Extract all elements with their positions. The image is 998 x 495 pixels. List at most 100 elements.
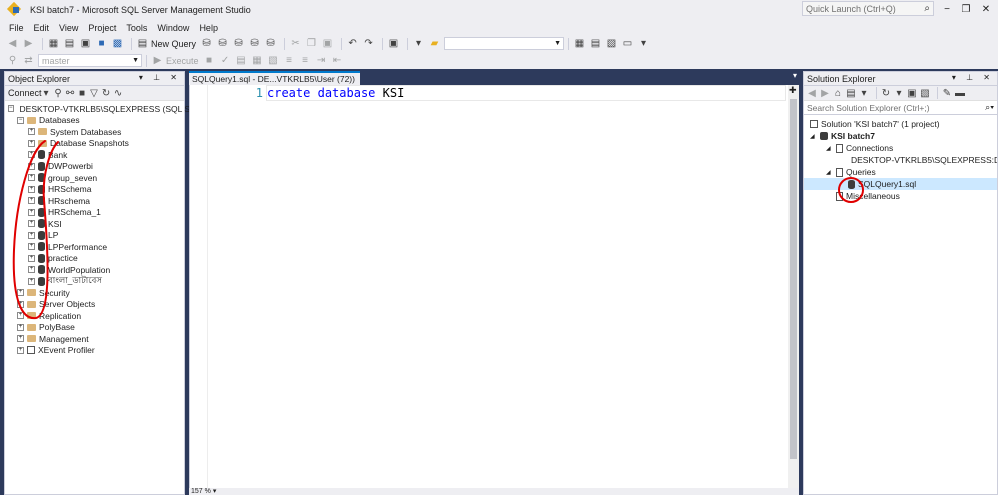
expand-icon[interactable]: +: [28, 128, 35, 136]
expand-icon[interactable]: +: [28, 162, 35, 170]
switch-views-icon[interactable]: ▤: [846, 87, 856, 100]
query-file-item[interactable]: SQLQuery1.sql: [804, 178, 997, 190]
menu-view[interactable]: View: [54, 23, 83, 33]
new-query-button[interactable]: ▤ New Query: [136, 37, 196, 50]
expand-icon[interactable]: +: [28, 151, 35, 159]
miscellaneous-node[interactable]: Miscellaneous: [804, 190, 997, 202]
database-node[interactable]: + KSI: [5, 218, 184, 230]
properties-icon[interactable]: ✎: [942, 87, 952, 100]
available-databases-dropdown[interactable]: master ▼: [38, 54, 142, 67]
filter-icon[interactable]: ▽: [90, 87, 99, 100]
query-options-icon[interactable]: ▦: [251, 54, 264, 67]
editor-vertical-scrollbar[interactable]: ✚: [788, 85, 799, 488]
xmla-query-icon[interactable]: ⛁: [264, 37, 277, 50]
solution-node[interactable]: Solution 'KSI batch7' (1 project): [804, 118, 997, 130]
save-all-icon[interactable]: ▩: [111, 37, 124, 50]
queries-node[interactable]: ◢ Queries: [804, 166, 997, 178]
display-plan-icon[interactable]: ▤: [235, 54, 248, 67]
database-engine-query-icon[interactable]: ⛁: [200, 37, 213, 50]
expand-icon[interactable]: +: [17, 289, 24, 297]
server-node[interactable]: − DESKTOP-VTKRLB5\SQLEXPRESS (SQL Server: [5, 103, 209, 115]
chevron-down-icon[interactable]: ▾: [42, 87, 51, 100]
expand-icon[interactable]: +: [28, 231, 35, 239]
connections-node[interactable]: ◢ Connections: [804, 142, 997, 154]
expand-icon[interactable]: +: [17, 346, 24, 354]
collapse-all-icon[interactable]: ▣: [907, 87, 917, 100]
collapse-icon[interactable]: −: [8, 105, 14, 113]
scrollbar-thumb[interactable]: [790, 99, 797, 459]
expand-icon[interactable]: +: [28, 139, 35, 147]
database-node[interactable]: + practice: [5, 253, 184, 265]
split-icon[interactable]: ✚: [789, 85, 797, 96]
expand-icon[interactable]: +: [28, 220, 35, 228]
database-node[interactable]: + HRSchema: [5, 184, 184, 196]
collapse-triangle-icon[interactable]: ◢: [826, 145, 834, 152]
outdent-icon[interactable]: ⇤: [331, 54, 344, 67]
toolbar-options-icon[interactable]: ▾: [637, 37, 650, 50]
preview-icon[interactable]: ▬: [955, 87, 965, 100]
solution-configuration-icon[interactable]: ▣: [387, 37, 400, 50]
toolbox-icon[interactable]: ▭: [621, 37, 634, 50]
tab-overflow-icon[interactable]: ▾: [793, 71, 797, 80]
zoom-level[interactable]: 157 %: [191, 488, 211, 495]
object-explorer-icon[interactable]: ▤: [589, 37, 602, 50]
undo-icon[interactable]: ↶: [346, 37, 359, 50]
expand-icon[interactable]: +: [28, 266, 35, 274]
management-node[interactable]: + Management: [5, 333, 184, 345]
solution-explorer-search-input[interactable]: Search Solution Explorer (Ctrl+;) ⌕▾: [804, 101, 997, 115]
database-snapshots-node[interactable]: + Database Snapshots: [5, 138, 184, 150]
change-connection-icon[interactable]: ⇄: [22, 54, 35, 67]
properties-icon[interactable]: ▦: [573, 37, 586, 50]
database-node[interactable]: + Bank: [5, 149, 184, 161]
template-explorer-icon[interactable]: ▧: [605, 37, 618, 50]
database-node[interactable]: + বাংলা_ডাটাবেস: [5, 275, 184, 288]
expand-icon[interactable]: +: [28, 208, 35, 216]
menu-file[interactable]: File: [4, 23, 29, 33]
connection-item[interactable]: DESKTOP-VTKRLB5\SQLEXPRESS:DESKT: [804, 154, 997, 166]
copy-icon[interactable]: ❐: [305, 37, 318, 50]
disconnect-icon[interactable]: ⚯: [66, 87, 75, 100]
database-node[interactable]: + group_seven: [5, 172, 184, 184]
pending-changes-icon[interactable]: ↻: [881, 87, 891, 100]
paste-icon[interactable]: ▣: [321, 37, 334, 50]
menu-edit[interactable]: Edit: [29, 23, 55, 33]
expand-icon[interactable]: +: [28, 254, 35, 262]
collapse-triangle-icon[interactable]: ◢: [826, 169, 834, 176]
server-objects-node[interactable]: + Server Objects: [5, 299, 184, 311]
project-node[interactable]: ◢ KSI batch7: [804, 130, 997, 142]
close-button[interactable]: ✕: [975, 0, 997, 18]
back-icon[interactable]: ◀: [6, 37, 19, 50]
refresh-icon[interactable]: ↻: [102, 87, 111, 100]
database-node[interactable]: + LP: [5, 230, 184, 242]
code-line[interactable]: create database KSI: [266, 85, 786, 101]
replication-node[interactable]: + Replication: [5, 310, 184, 322]
collapse-icon[interactable]: −: [17, 116, 24, 124]
databases-node[interactable]: − Databases: [5, 115, 184, 127]
expand-icon[interactable]: +: [28, 185, 35, 193]
indent-icon[interactable]: ⇥: [315, 54, 328, 67]
database-node[interactable]: + LPPerformance: [5, 241, 184, 253]
find-dropdown[interactable]: ▼: [444, 37, 565, 50]
tab-sqlquery1[interactable]: SQLQuery1.sql - DE...VTKRLB5\User (72)) …: [189, 71, 360, 85]
back-icon[interactable]: ◀: [807, 87, 817, 100]
expand-icon[interactable]: +: [28, 174, 35, 182]
menu-tools[interactable]: Tools: [121, 23, 152, 33]
panel-controls[interactable]: ▾ ⊥ ✕: [952, 73, 994, 82]
expand-icon[interactable]: +: [28, 197, 35, 205]
collapse-triangle-icon[interactable]: ◢: [810, 133, 818, 140]
restore-button[interactable]: ❐: [955, 0, 977, 18]
stop-icon[interactable]: ■: [78, 87, 87, 100]
connect-button[interactable]: Connect: [8, 88, 42, 98]
chevron-down-icon[interactable]: ▾: [859, 87, 869, 100]
expand-icon[interactable]: +: [17, 323, 24, 331]
menu-project[interactable]: Project: [83, 23, 121, 33]
save-icon[interactable]: ■: [95, 37, 108, 50]
panel-controls[interactable]: ▾ ⊥ ✕: [139, 73, 181, 82]
polybase-node[interactable]: + PolyBase: [5, 322, 184, 334]
connect-icon[interactable]: ⚲: [54, 87, 63, 100]
expand-icon[interactable]: +: [28, 277, 35, 285]
dropdown-arrow-icon[interactable]: ▾: [412, 37, 425, 50]
uncomment-icon[interactable]: ≡: [299, 54, 312, 67]
database-node[interactable]: + HRSchema_1: [5, 207, 184, 219]
cut-icon[interactable]: ✂: [289, 37, 302, 50]
